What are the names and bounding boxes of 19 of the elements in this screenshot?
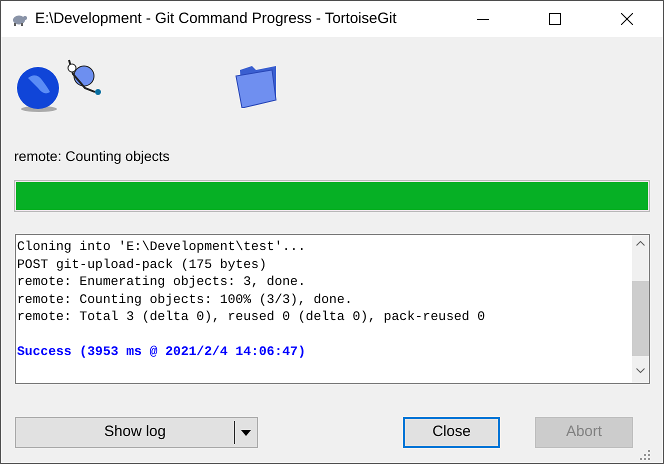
- close-button[interactable]: Close: [403, 417, 500, 448]
- show-log-split-button[interactable]: Show log: [15, 417, 258, 448]
- vertical-scrollbar[interactable]: [632, 235, 649, 383]
- log-line: POST git-upload-pack (175 bytes): [17, 256, 268, 273]
- log-line: remote: Counting objects: 100% (3/3), done.: [17, 290, 354, 308]
- log-line: remote: Enumerating objects: 3, done.: [17, 273, 307, 290]
- scroll-up-icon[interactable]: [636, 240, 645, 246]
- scroll-thumb[interactable]: [632, 281, 649, 356]
- success-message: Success (3953 ms @ 2021/2/4 14:06:47): [17, 343, 307, 360]
- dropdown-caret-icon[interactable]: [241, 430, 251, 436]
- status-text: remote: Counting objects: [14, 147, 171, 166]
- minimize-icon: [477, 18, 489, 20]
- close-icon: [621, 13, 633, 25]
- resize-grip-icon[interactable]: [640, 450, 650, 460]
- maximize-icon: [549, 13, 561, 25]
- log-line: remote: Total 3 (delta 0), reused 0 (delta 0), pack-reused 0: [17, 308, 486, 326]
- log-line: Cloning into 'E:\Development\test'...: [17, 238, 307, 256]
- scroll-down-icon[interactable]: [636, 368, 645, 374]
- window-title: E:\Development - Git Command Progress - TortoiseGit: [35, 8, 397, 29]
